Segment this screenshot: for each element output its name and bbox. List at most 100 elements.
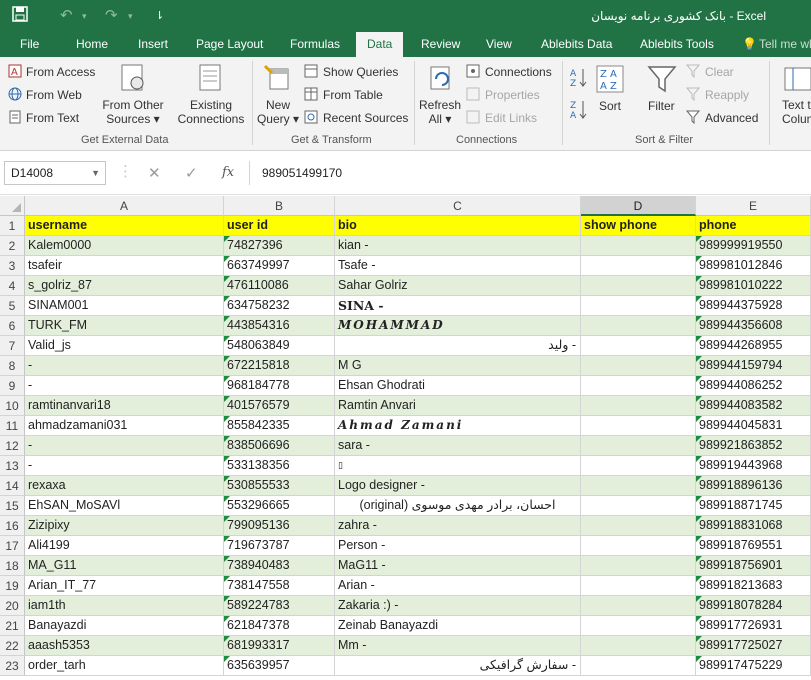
text-to-columns-button[interactable]: Text t Colum	[782, 98, 811, 126]
column-header-b[interactable]: B	[224, 196, 335, 216]
row-number[interactable]: 9	[0, 376, 25, 396]
row-number[interactable]: 8	[0, 356, 25, 376]
recent-sources-button[interactable]: Recent Sources	[323, 111, 408, 125]
cell-user-id[interactable]: 738147558	[224, 576, 335, 596]
tab-formulas[interactable]: Formulas	[290, 32, 340, 57]
cell-username[interactable]: aaash5353	[25, 636, 224, 656]
tab-ablebits-tools[interactable]: Ablebits Tools	[640, 32, 714, 57]
cell-show-phone[interactable]	[581, 436, 696, 456]
row-number[interactable]: 13	[0, 456, 25, 476]
cell-phone[interactable]: 989919443968	[696, 456, 811, 476]
row-number[interactable]: 14	[0, 476, 25, 496]
cell-user-id[interactable]: 553296665	[224, 496, 335, 516]
formula-input[interactable]: 989051499170	[262, 166, 342, 180]
drag-handle-icon[interactable]: ⋮	[118, 162, 133, 180]
cell-username[interactable]: Banayazdi	[25, 616, 224, 636]
cell-bio[interactable]: SINA -	[335, 296, 581, 316]
column-header-c[interactable]: C	[335, 196, 581, 216]
tab-ablebits-data[interactable]: Ablebits Data	[541, 32, 612, 57]
cell-user-id[interactable]: 548063849	[224, 336, 335, 356]
connections-button[interactable]: Connections	[485, 65, 552, 79]
cell-bio[interactable]: Ramtin Anvari	[335, 396, 581, 416]
cell-phone[interactable]: 989917475229	[696, 656, 811, 676]
cell-phone[interactable]: 989918213683	[696, 576, 811, 596]
cell-bio[interactable]: ▯	[335, 456, 581, 476]
from-other-sources-button[interactable]: From Other Sources ▾	[102, 98, 164, 126]
cell-username[interactable]: s_golriz_87	[25, 276, 224, 296]
row-number[interactable]: 4	[0, 276, 25, 296]
cell-phone[interactable]: 989999919550	[696, 236, 811, 256]
cell-username[interactable]: -	[25, 376, 224, 396]
cell-phone[interactable]: 989918769551	[696, 536, 811, 556]
cell-phone[interactable]: 989944086252	[696, 376, 811, 396]
cell-phone[interactable]: 989944356608	[696, 316, 811, 336]
tell-me-search[interactable]: Tell me wh	[759, 32, 811, 57]
cell-bio[interactable]: MaG11 -	[335, 556, 581, 576]
header-cell-username[interactable]: username	[25, 216, 224, 236]
cell-phone[interactable]: 989918756901	[696, 556, 811, 576]
row-number[interactable]: 23	[0, 656, 25, 676]
cell-username[interactable]: -	[25, 456, 224, 476]
row-number[interactable]: 5	[0, 296, 25, 316]
cell-user-id[interactable]: 681993317	[224, 636, 335, 656]
sort-ascending-icon[interactable]: AZ	[570, 67, 588, 90]
worksheet-grid[interactable]: A B C D E 1 username user id bio show ph…	[0, 196, 811, 680]
cell-phone[interactable]: 989944375928	[696, 296, 811, 316]
row-number[interactable]: 3	[0, 256, 25, 276]
cell-username[interactable]: Valid_js	[25, 336, 224, 356]
customize-icon[interactable]: ⇂	[155, 9, 164, 22]
cell-username[interactable]: TURK_FM	[25, 316, 224, 336]
cell-bio[interactable]: Sahar Golriz	[335, 276, 581, 296]
header-cell-bio[interactable]: bio	[335, 216, 581, 236]
cell-show-phone[interactable]	[581, 396, 696, 416]
cell-user-id[interactable]: 968184778	[224, 376, 335, 396]
header-cell-user-id[interactable]: user id	[224, 216, 335, 236]
cell-username[interactable]: Ali4199	[25, 536, 224, 556]
cell-bio[interactable]: sara -	[335, 436, 581, 456]
cell-phone[interactable]: 989917725027	[696, 636, 811, 656]
cell-show-phone[interactable]	[581, 476, 696, 496]
row-number[interactable]: 12	[0, 436, 25, 456]
from-table-button[interactable]: From Table	[323, 88, 383, 102]
cell-user-id[interactable]: 799095136	[224, 516, 335, 536]
cell-show-phone[interactable]	[581, 256, 696, 276]
cell-show-phone[interactable]	[581, 636, 696, 656]
cell-username[interactable]: Kalem0000	[25, 236, 224, 256]
cell-user-id[interactable]: 443854316	[224, 316, 335, 336]
cell-username[interactable]: -	[25, 436, 224, 456]
cell-show-phone[interactable]	[581, 516, 696, 536]
row-number[interactable]: 22	[0, 636, 25, 656]
cell-username[interactable]: order_tarh	[25, 656, 224, 676]
select-all-button[interactable]	[0, 196, 25, 216]
from-text-button[interactable]: From Text	[26, 111, 79, 125]
cell-bio[interactable]: Arian -	[335, 576, 581, 596]
row-number[interactable]: 21	[0, 616, 25, 636]
cell-bio[interactable]: Zeinab Banayazdi	[335, 616, 581, 636]
cell-show-phone[interactable]	[581, 656, 696, 676]
cell-username[interactable]: SINAM001	[25, 296, 224, 316]
row-number[interactable]: 20	[0, 596, 25, 616]
cell-show-phone[interactable]	[581, 576, 696, 596]
header-cell-phone[interactable]: phone	[696, 216, 811, 236]
enter-icon[interactable]: ✓	[185, 164, 198, 182]
cell-phone[interactable]: 989918831068	[696, 516, 811, 536]
cell-username[interactable]: iam1th	[25, 596, 224, 616]
column-header-a[interactable]: A	[25, 196, 224, 216]
cell-phone[interactable]: 989918078284	[696, 596, 811, 616]
cell-username[interactable]: ahmadzamani031	[25, 416, 224, 436]
cell-username[interactable]: tsafeir	[25, 256, 224, 276]
name-box[interactable]: D14008 ▼	[4, 161, 106, 185]
row-number[interactable]: 15	[0, 496, 25, 516]
cell-phone[interactable]: 989917726931	[696, 616, 811, 636]
cell-user-id[interactable]: 838506696	[224, 436, 335, 456]
tab-view[interactable]: View	[486, 32, 512, 57]
cell-show-phone[interactable]	[581, 236, 696, 256]
column-header-d[interactable]: D	[581, 196, 696, 216]
row-number[interactable]: 1	[0, 216, 25, 236]
sort-descending-icon[interactable]: ZA	[570, 99, 588, 122]
cell-phone[interactable]: 989944159794	[696, 356, 811, 376]
cell-bio[interactable]: Zakaria :) -	[335, 596, 581, 616]
cell-bio[interactable]: Person -	[335, 536, 581, 556]
cell-bio[interactable]: zahra -	[335, 516, 581, 536]
cell-user-id[interactable]: 672215818	[224, 356, 335, 376]
